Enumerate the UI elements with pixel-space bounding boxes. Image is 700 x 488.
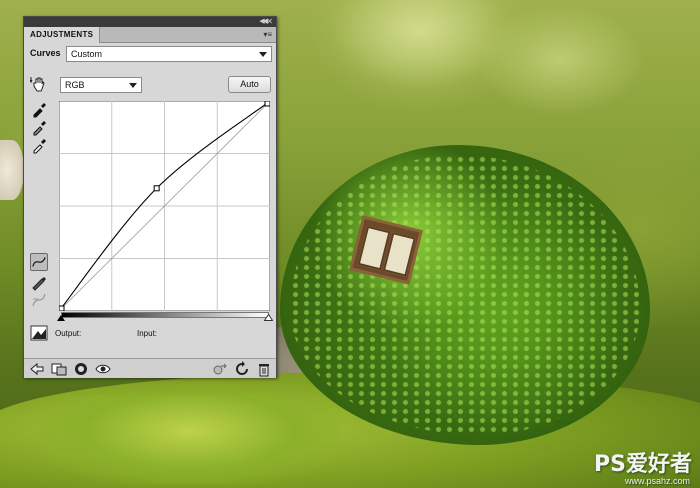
- close-icon[interactable]: ✕: [266, 17, 273, 27]
- white-point-slider[interactable]: [264, 314, 273, 321]
- expanded-view-icon[interactable]: [51, 361, 67, 377]
- visibility-eye-icon[interactable]: [95, 361, 111, 377]
- watermark-url: www.psahz.com: [624, 476, 690, 486]
- preset-value: Custom: [71, 49, 103, 59]
- adjustments-panel: ◀◀ ✕ ADJUSTMENTS ▾≡ Curves Custom RGB Au…: [23, 16, 277, 378]
- black-point-slider[interactable]: [57, 315, 65, 321]
- view-previous-state-icon[interactable]: [212, 361, 228, 377]
- tab-adjustments[interactable]: ADJUSTMENTS: [24, 27, 101, 43]
- panel-menu-icon[interactable]: ▾≡: [263, 30, 272, 40]
- panel-bottom-bar: [24, 358, 276, 378]
- curve-control-point[interactable]: [153, 185, 160, 192]
- chevron-down-icon: [129, 83, 137, 88]
- collapse-icon[interactable]: ◀◀: [259, 17, 268, 27]
- curve-control-point[interactable]: [264, 101, 270, 107]
- reset-icon[interactable]: [234, 361, 250, 377]
- targeted-adjustment-hand-icon[interactable]: [30, 75, 48, 93]
- adjustment-type-label: Curves: [30, 48, 61, 58]
- clip-to-layer-icon[interactable]: [73, 361, 89, 377]
- draw-pencil-icon[interactable]: [30, 273, 48, 291]
- input-gradient-bar: [61, 312, 269, 318]
- flower-petals: [0, 140, 24, 200]
- trash-icon[interactable]: [256, 361, 272, 377]
- gray-point-eyedropper-icon[interactable]: [30, 119, 48, 137]
- white-point-eyedropper-icon[interactable]: [30, 137, 48, 155]
- panel-tab-row: ADJUSTMENTS ▾≡: [24, 27, 276, 43]
- channel-value: RGB: [65, 80, 85, 90]
- output-label: Output:: [55, 329, 82, 338]
- smooth-curve-icon[interactable]: [30, 291, 48, 309]
- return-to-list-icon[interactable]: [29, 361, 45, 377]
- black-point-eyedropper-icon[interactable]: [30, 101, 48, 119]
- chevron-down-icon: [259, 52, 267, 57]
- channel-dropdown[interactable]: RGB: [60, 77, 142, 93]
- curves-graph[interactable]: [59, 101, 270, 311]
- show-clipping-icon[interactable]: [30, 325, 48, 341]
- auto-button[interactable]: Auto: [228, 76, 271, 93]
- curve-control-point[interactable]: [59, 305, 65, 311]
- panel-title-bar[interactable]: ◀◀ ✕: [24, 17, 276, 27]
- input-label: Input:: [137, 329, 158, 338]
- preset-dropdown[interactable]: Custom: [66, 46, 272, 62]
- watermark-logo: PS爱好者: [594, 452, 692, 477]
- edit-points-curve-icon[interactable]: [30, 253, 48, 271]
